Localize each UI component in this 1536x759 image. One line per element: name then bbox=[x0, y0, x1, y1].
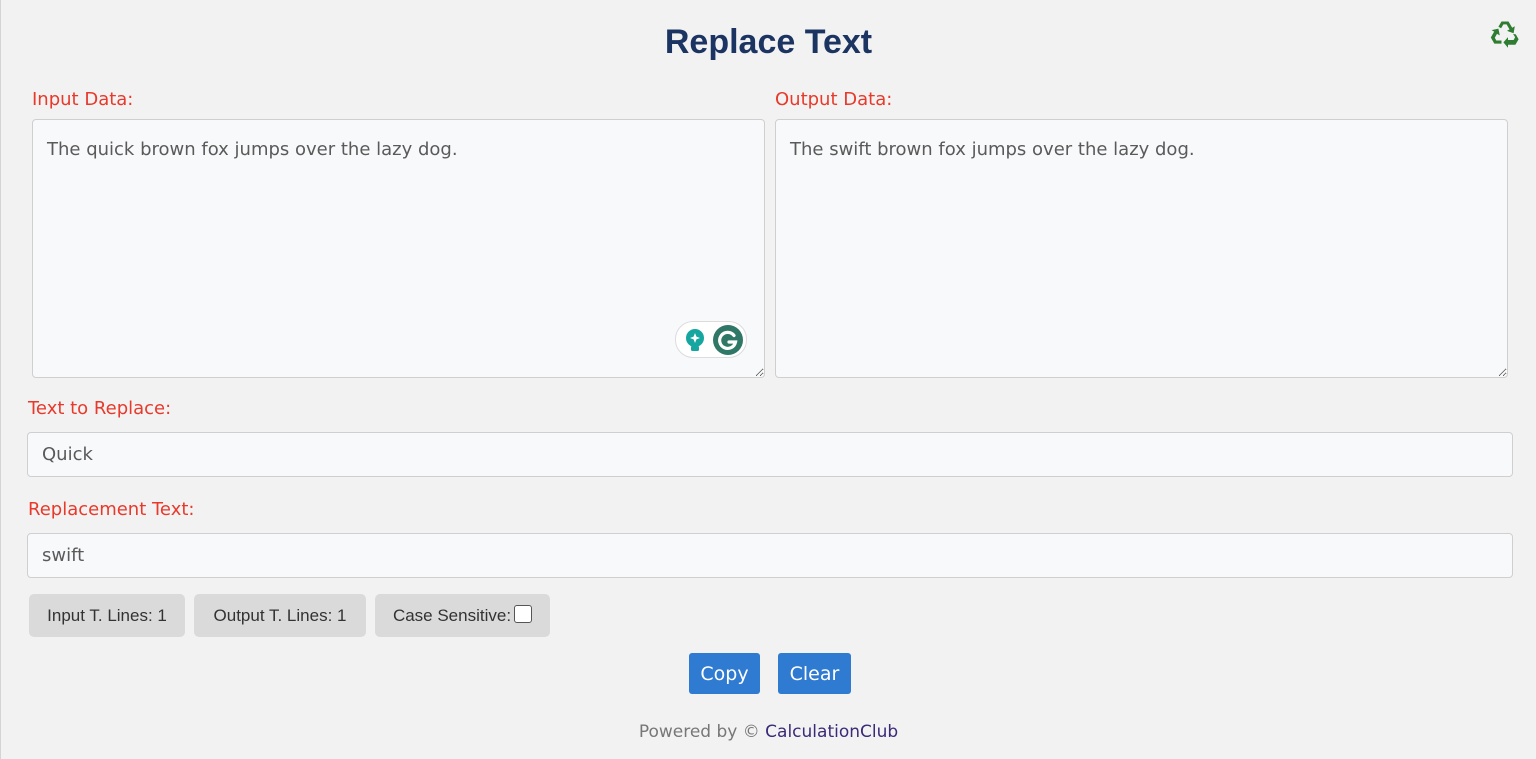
case-sensitive-label: Case Sensitive: bbox=[392, 605, 512, 625]
output-data-label: Output Data: bbox=[775, 89, 893, 110]
lightbulb-icon[interactable] bbox=[683, 328, 707, 354]
clear-button[interactable]: Clear bbox=[778, 653, 851, 694]
replace-text-page: Replace Text Input Data: Output Data: Th… bbox=[0, 0, 1536, 759]
case-sensitive-toggle[interactable]: Case Sensitive: bbox=[375, 594, 550, 637]
case-sensitive-checkbox[interactable] bbox=[514, 604, 533, 623]
text-to-replace-input[interactable] bbox=[27, 432, 1513, 477]
powered-by-text: Powered by © bbox=[638, 722, 766, 742]
replacement-text-label: Replacement Text: bbox=[28, 499, 195, 520]
input-data-textarea[interactable]: The quick brown fox jumps over the lazy … bbox=[32, 119, 765, 378]
input-lines-badge: Input T. Lines: 1 bbox=[29, 594, 185, 637]
footer: Powered by © CalculationClub bbox=[1, 720, 1536, 744]
recycle-icon[interactable] bbox=[1489, 17, 1521, 49]
output-data-textarea[interactable]: The swift brown fox jumps over the lazy … bbox=[775, 119, 1508, 378]
replacement-text-input[interactable] bbox=[27, 533, 1513, 578]
text-to-replace-label: Text to Replace: bbox=[28, 398, 172, 419]
output-lines-badge: Output T. Lines: 1 bbox=[194, 594, 366, 637]
page-title: Replace Text bbox=[664, 23, 873, 61]
grammarly-icon[interactable] bbox=[712, 324, 744, 356]
grammarly-widget[interactable] bbox=[675, 321, 747, 358]
input-data-label: Input Data: bbox=[32, 89, 134, 110]
calculationclub-link[interactable]: CalculationClub bbox=[765, 722, 898, 742]
copy-button[interactable]: Copy bbox=[689, 653, 760, 694]
